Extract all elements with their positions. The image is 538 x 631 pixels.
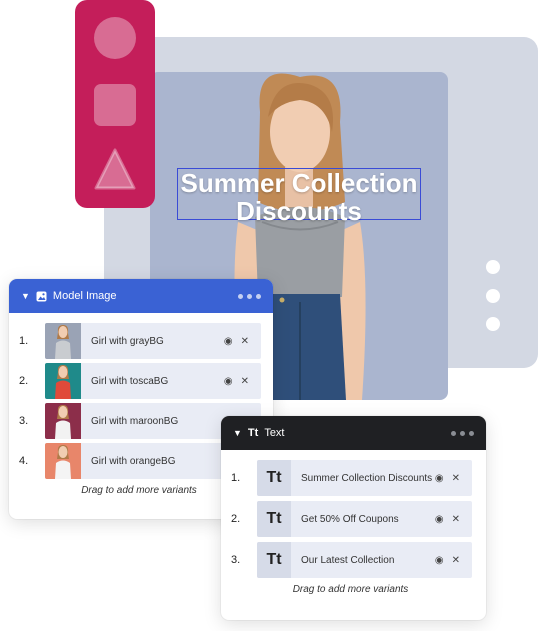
item-number: 2. (19, 375, 29, 387)
hide-icon[interactable]: ◉ (224, 336, 233, 347)
variant-card[interactable]: Tt Summer Collection Discounts ◉ ✕ (257, 460, 472, 496)
collapse-caret-icon[interactable]: ▼ (21, 291, 30, 301)
more-options-icon[interactable] (238, 293, 261, 299)
variant-card[interactable]: Tt Get 50% Off Coupons ◉ ✕ (257, 501, 472, 537)
close-icon[interactable]: ✕ (241, 336, 249, 347)
hide-icon[interactable]: ◉ (435, 473, 444, 484)
variant-card[interactable]: Girl with toscaBG ◉ ✕ (45, 363, 261, 399)
variant-label: Girl with orangeBG (91, 455, 176, 467)
menu-dot (486, 260, 500, 274)
item-number: 1. (231, 472, 241, 484)
list-item[interactable]: 2. Girl with toscaBG ◉ ✕ (17, 363, 261, 399)
item-number: 2. (231, 513, 241, 525)
close-icon[interactable]: ✕ (452, 514, 460, 525)
list-item[interactable]: 2. Tt Get 50% Off Coupons ◉ ✕ (229, 501, 472, 537)
drag-hint: Drag to add more variants (292, 584, 409, 595)
variant-label: Our Latest Collection (301, 554, 395, 566)
vertical-more-menu[interactable] (486, 260, 500, 340)
text-panel: ▼ Tt Text 1. Tt Summer Collection Discou… (221, 416, 486, 620)
shape-toolbar (75, 0, 155, 208)
item-number: 3. (19, 415, 29, 427)
hide-icon[interactable]: ◉ (435, 555, 444, 566)
panel-title: Text (264, 427, 285, 439)
image-icon (36, 291, 47, 302)
hide-icon[interactable]: ◉ (435, 514, 444, 525)
menu-dot (486, 289, 500, 303)
text-thumbnail: Tt (257, 460, 291, 496)
item-number: 1. (19, 335, 29, 347)
menu-dot (486, 317, 500, 331)
list-item[interactable]: 3. Tt Our Latest Collection ◉ ✕ (229, 542, 472, 578)
headline-text-box[interactable]: Summer Collection Discounts (177, 168, 421, 225)
text-type-icon: Tt (247, 427, 259, 439)
model-thumbnail (45, 403, 81, 439)
model-image-panel-header[interactable]: ▼ Model Image (9, 279, 273, 313)
variant-label: Girl with maroonBG (91, 415, 179, 427)
text-panel-header[interactable]: ▼ Tt Text (221, 416, 486, 450)
variant-card[interactable]: Tt Our Latest Collection ◉ ✕ (257, 542, 472, 578)
text-variant-list: 1. Tt Summer Collection Discounts ◉ ✕ 2.… (221, 450, 486, 595)
item-number: 3. (231, 554, 241, 566)
model-thumbnail (45, 443, 81, 479)
circle-shape-icon[interactable] (94, 17, 136, 59)
variant-card[interactable]: Girl with grayBG ◉ ✕ (45, 323, 261, 359)
text-thumbnail: Tt (257, 501, 291, 537)
close-icon[interactable]: ✕ (452, 473, 460, 484)
variant-label: Get 50% Off Coupons (301, 513, 399, 525)
list-item[interactable]: 1. Tt Summer Collection Discounts ◉ ✕ (229, 460, 472, 496)
text-thumbnail: Tt (257, 542, 291, 578)
list-item[interactable]: 1. Girl with grayBG ◉ ✕ (17, 323, 261, 359)
item-number: 4. (19, 455, 29, 467)
hide-icon[interactable]: ◉ (224, 376, 233, 387)
model-thumbnail (45, 323, 81, 359)
triangle-shape-icon[interactable] (94, 148, 136, 190)
model-thumbnail (45, 363, 81, 399)
headline-text: Summer Collection Discounts (180, 168, 418, 226)
variant-label: Girl with toscaBG (91, 375, 169, 387)
variant-label: Girl with grayBG (91, 335, 164, 347)
square-shape-icon[interactable] (94, 84, 136, 126)
panel-title: Model Image (52, 290, 117, 302)
more-options-icon[interactable] (451, 430, 474, 436)
close-icon[interactable]: ✕ (241, 376, 249, 387)
variant-label: Summer Collection Discounts (301, 472, 433, 484)
close-icon[interactable]: ✕ (452, 555, 460, 566)
collapse-caret-icon[interactable]: ▼ (233, 428, 242, 438)
